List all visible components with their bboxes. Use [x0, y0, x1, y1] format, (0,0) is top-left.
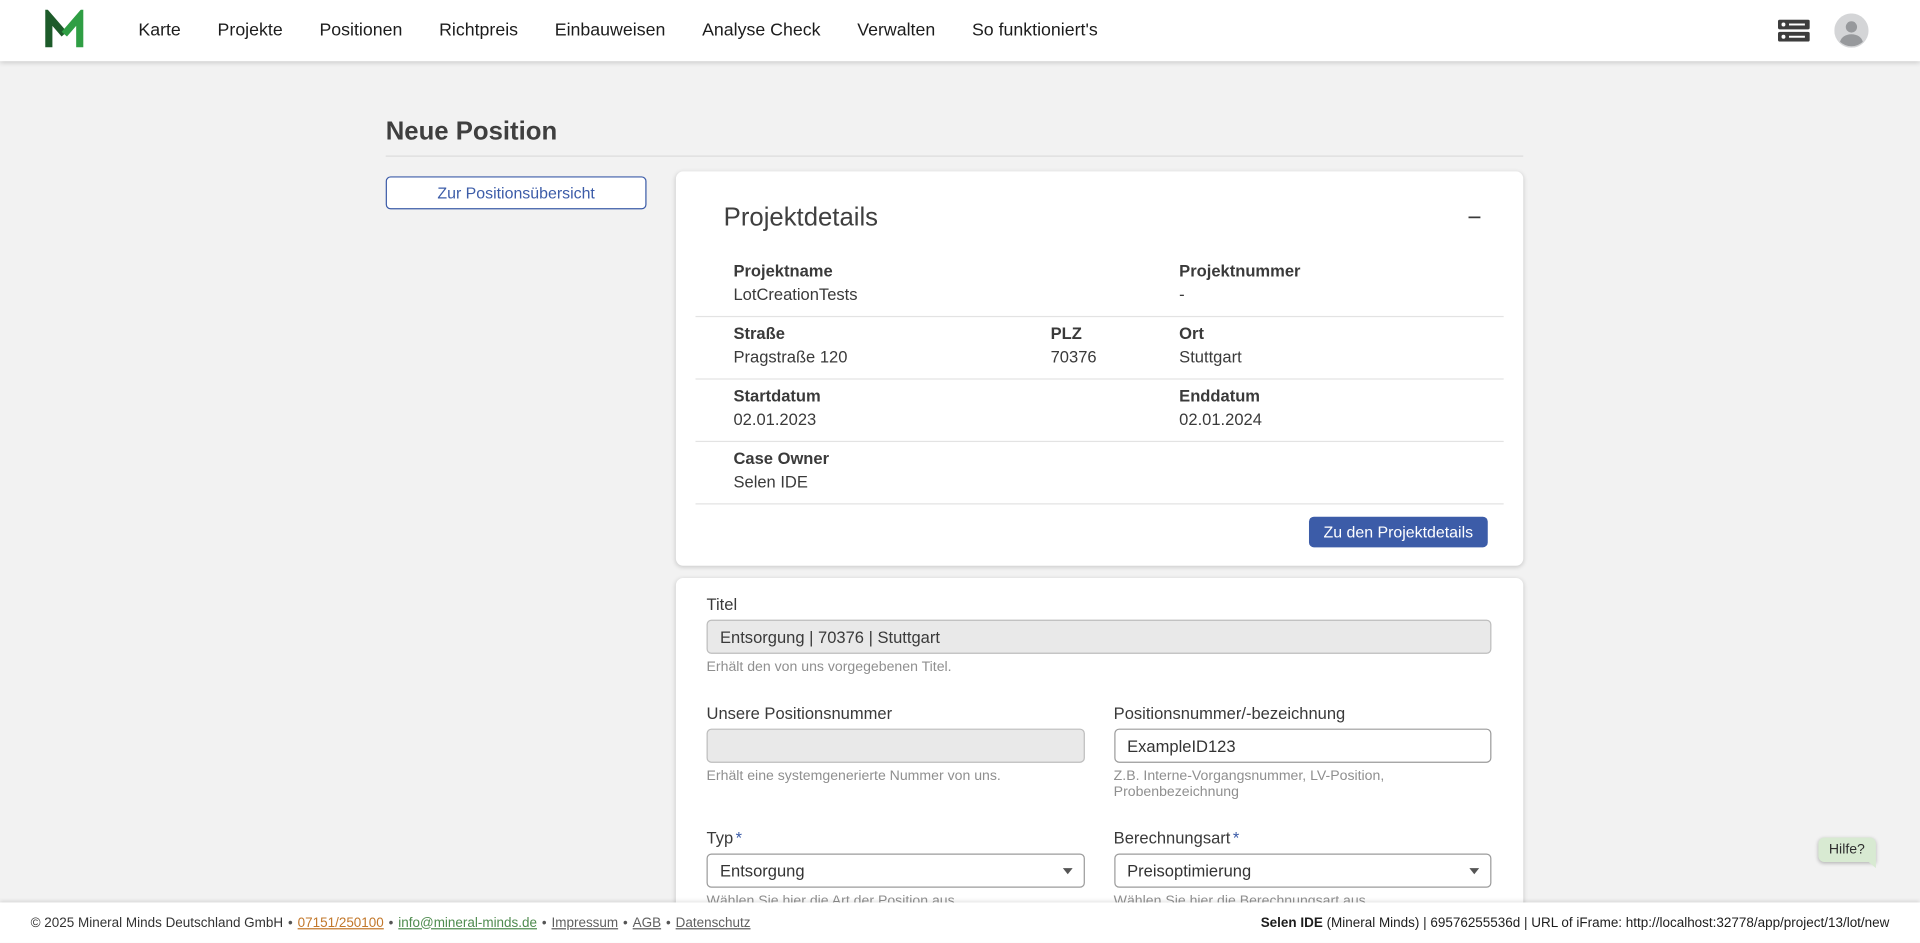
typ-required-marker: * [736, 829, 742, 847]
session-info: Selen IDE (Mineral Minds) | 69576255536d… [1261, 915, 1890, 930]
footer-links: © 2025 Mineral Minds Deutschland GmbH • … [31, 915, 751, 930]
separator-dot: • [389, 915, 394, 930]
impressum-link[interactable]: Impressum [552, 915, 619, 930]
separator-dot: • [542, 915, 547, 930]
berechnungsart-label-row: Berechnungsart* [1114, 829, 1492, 849]
nav-item-verwalten[interactable]: Verwalten [857, 21, 935, 41]
separator-dot: • [623, 915, 628, 930]
main-content: Neue Position Zur Positionsübersicht Pro… [0, 61, 1920, 902]
collapse-button[interactable]: − [1462, 206, 1486, 230]
projektname-value: LotCreationTests [733, 285, 1179, 305]
typ-select-value: Entsorgung [720, 861, 805, 879]
titel-input [707, 620, 1492, 654]
server-icon[interactable] [1778, 20, 1810, 42]
unsere-positionsnummer-helper: Erhält eine systemgenerierte Nummer von … [707, 769, 1085, 785]
enddatum-label: Enddatum [1179, 387, 1503, 407]
copyright-text: © 2025 Mineral Minds Deutschland GmbH [31, 915, 283, 930]
nav-item-analyse-check[interactable]: Analyse Check [702, 21, 820, 41]
nav-item-so-funktionierts[interactable]: So funktioniert's [972, 21, 1098, 41]
brand-logo[interactable] [44, 10, 84, 52]
project-details-card: Projektdetails − Projektname LotCreation… [676, 171, 1523, 565]
project-row-2: Straße Pragstraße 120 PLZ 70376 Ort Stut… [696, 317, 1504, 379]
positionsnummer-helper: Z.B. Interne-Vorgangsnummer, LV-Position… [1114, 769, 1492, 801]
person-icon [1834, 13, 1868, 47]
berechnungsart-label: Berechnungsart [1114, 829, 1231, 847]
berechnungsart-helper: Wählen Sie hier die Berechnungsart aus. [1114, 894, 1492, 903]
agb-link[interactable]: AGB [633, 915, 661, 930]
page-title: Neue Position [386, 61, 1524, 148]
session-user: Selen IDE [1261, 915, 1323, 930]
strasse-value: Pragstraße 120 [733, 348, 1050, 368]
user-avatar[interactable] [1834, 13, 1868, 47]
top-navbar: Karte Projekte Positionen Richtpreis Ein… [0, 0, 1920, 61]
berechnungsart-select[interactable]: Preisoptimierung [1114, 853, 1492, 887]
enddatum-value: 02.01.2024 [1179, 410, 1503, 430]
berechnungsart-required-marker: * [1233, 829, 1239, 847]
typ-helper: Wählen Sie hier die Art der Position aus… [707, 894, 1085, 903]
app-window: Karte Projekte Positionen Richtpreis Ein… [0, 0, 1920, 943]
typ-label-row: Typ* [707, 829, 1085, 849]
project-row-4: Case Owner Selen IDE [696, 442, 1504, 504]
unsere-positionsnummer-label: Unsere Positionsnummer [707, 704, 1085, 724]
project-details-title: Projektdetails [724, 203, 878, 232]
projektnummer-label: Projektnummer [1179, 262, 1503, 282]
startdatum-label: Startdatum [733, 387, 1179, 407]
plz-label: PLZ [1051, 324, 1180, 344]
dropdown-caret-icon [1469, 868, 1479, 874]
ort-label: Ort [1179, 324, 1503, 344]
startdatum-value: 02.01.2023 [733, 410, 1179, 430]
titel-helper: Erhält den von uns vorgegebenen Titel. [707, 660, 1492, 676]
mineral-minds-logo-icon [44, 10, 84, 52]
title-divider [386, 156, 1524, 157]
left-column: Zur Positionsübersicht [386, 171, 647, 209]
separator-dot: • [666, 915, 671, 930]
projektnummer-value: - [1179, 285, 1503, 305]
nav-item-richtpreis[interactable]: Richtpreis [439, 21, 518, 41]
footer: © 2025 Mineral Minds Deutschland GmbH • … [0, 902, 1920, 942]
case-owner-label: Case Owner [733, 449, 1503, 469]
right-column: Projektdetails − Projektname LotCreation… [676, 171, 1523, 902]
strasse-label: Straße [733, 324, 1050, 344]
typ-select[interactable]: Entsorgung [707, 853, 1085, 887]
ort-value: Stuttgart [1179, 348, 1503, 368]
titel-label: Titel [707, 595, 1492, 615]
berechnungsart-select-value: Preisoptimierung [1127, 861, 1251, 879]
nav-item-positionen[interactable]: Positionen [319, 21, 402, 41]
nav-item-projekte[interactable]: Projekte [218, 21, 283, 41]
nav-item-einbauweisen[interactable]: Einbauweisen [555, 21, 666, 41]
case-owner-value: Selen IDE [733, 473, 1503, 493]
help-button[interactable]: Hilfe? [1818, 838, 1876, 862]
project-row-3: Startdatum 02.01.2023 Enddatum 02.01.202… [696, 380, 1504, 442]
main-nav: Karte Projekte Positionen Richtpreis Ein… [138, 21, 1097, 41]
positionsnummer-input[interactable] [1114, 729, 1492, 763]
session-details: (Mineral Minds) | 69576255536d | URL of … [1323, 915, 1890, 930]
separator-dot: • [288, 915, 293, 930]
positionsnummer-label: Positionsnummer/-bezeichnung [1114, 704, 1492, 724]
dropdown-caret-icon [1062, 868, 1072, 874]
typ-label: Typ [707, 829, 734, 847]
plz-value: 70376 [1051, 348, 1180, 368]
projektname-label: Projektname [733, 262, 1179, 282]
position-form-card: Titel Erhält den von uns vorgegebenen Ti… [676, 578, 1523, 902]
project-details-link-button[interactable]: Zu den Projektdetails [1309, 517, 1488, 548]
project-row-1: Projektname LotCreationTests Projektnumm… [696, 255, 1504, 317]
nav-item-karte[interactable]: Karte [138, 21, 180, 41]
navbar-actions [1778, 13, 1869, 47]
email-link[interactable]: info@mineral-minds.de [398, 915, 537, 930]
datenschutz-link[interactable]: Datenschutz [676, 915, 751, 930]
phone-link[interactable]: 07151/250100 [298, 915, 384, 930]
unsere-positionsnummer-input [707, 729, 1085, 763]
positions-overview-button[interactable]: Zur Positionsübersicht [386, 176, 647, 209]
project-details-fields: Projektname LotCreationTests Projektnumm… [696, 255, 1504, 505]
